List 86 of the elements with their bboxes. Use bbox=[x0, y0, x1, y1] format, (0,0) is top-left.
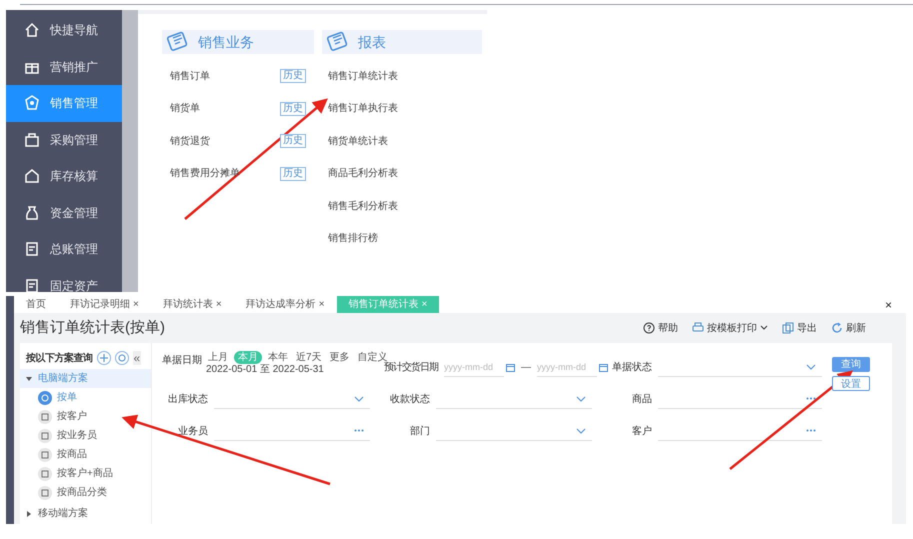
tab[interactable]: 拜访统计表 × bbox=[150, 296, 234, 313]
date-preset[interactable]: 近7天 bbox=[294, 351, 324, 364]
panel-title: 按以下方案查询 bbox=[26, 351, 92, 366]
house-icon bbox=[24, 168, 40, 184]
settings-icon[interactable] bbox=[114, 351, 128, 365]
menu-item[interactable]: 资金管理 bbox=[6, 194, 122, 231]
scheme-item[interactable]: 按客户 bbox=[20, 407, 151, 426]
refresh-icon bbox=[831, 322, 843, 334]
page-title: 销售订单统计表(按单) bbox=[20, 318, 165, 338]
menu-link[interactable]: 销售订单执行表 bbox=[328, 101, 398, 116]
calendar-icon bbox=[506, 362, 515, 372]
menu-item[interactable]: 总账管理 bbox=[6, 231, 122, 268]
more-icon bbox=[806, 397, 816, 400]
field-label: 预计交货日期 bbox=[384, 362, 438, 374]
toolbar-button[interactable]: 帮助 bbox=[643, 320, 678, 336]
print-icon bbox=[692, 322, 704, 334]
collapse-button[interactable]: « bbox=[132, 351, 142, 365]
more-icon bbox=[354, 429, 364, 432]
close-icon[interactable]: × bbox=[216, 297, 222, 312]
menu-item[interactable]: 采购管理 bbox=[6, 122, 122, 158]
menu-link[interactable]: 销售订单统计表 bbox=[328, 68, 398, 84]
menu-item[interactable]: 营销推广 bbox=[6, 48, 122, 85]
shield-icon bbox=[24, 95, 40, 112]
tab[interactable]: 拜访达成率分析 × bbox=[234, 296, 337, 313]
menu-link[interactable]: 销售排行榜 bbox=[328, 231, 378, 246]
menu-link[interactable]: 销货单 bbox=[170, 101, 200, 116]
more-icon bbox=[806, 429, 816, 432]
field-label: 单据状态 bbox=[611, 360, 652, 374]
caret-icon bbox=[760, 325, 768, 331]
date-preset[interactable]: 上月 bbox=[206, 351, 230, 364]
date-range: 2022-05-01 至 2022-05-31 bbox=[206, 364, 325, 375]
calendar-icon bbox=[599, 362, 608, 372]
chevron-down-icon bbox=[576, 396, 586, 402]
menu-link[interactable]: 销货单统计表 bbox=[328, 134, 388, 149]
menu-item[interactable]: 库存核算 bbox=[6, 158, 122, 194]
chevron-down-icon bbox=[806, 364, 816, 370]
field-label: 收款状态 bbox=[389, 392, 430, 406]
help-icon bbox=[643, 322, 655, 334]
add-icon[interactable] bbox=[96, 351, 110, 365]
field-label: 业务员 bbox=[177, 424, 208, 438]
date-preset[interactable]: 更多 bbox=[328, 351, 352, 364]
section-title: 报表 bbox=[358, 32, 386, 52]
date-preset[interactable]: 本年 bbox=[266, 351, 290, 364]
section-title: 销售业务 bbox=[198, 32, 254, 52]
field-label: 商品 bbox=[631, 392, 652, 406]
field-label: 出库状态 bbox=[167, 392, 208, 406]
ledger-icon bbox=[24, 278, 40, 292]
tree-node[interactable]: 移动端方案 bbox=[20, 504, 151, 523]
chevron-down-icon bbox=[354, 396, 364, 402]
tree-label: 电脑端方案 bbox=[38, 372, 88, 386]
ledger-icon bbox=[24, 241, 40, 258]
date-field[interactable]: yyyy-mm-dd bbox=[537, 357, 597, 377]
menu-link[interactable]: 销售订单 bbox=[170, 68, 210, 84]
range-separator: — bbox=[521, 360, 531, 374]
chevron-down-icon bbox=[576, 428, 586, 434]
toolbar-button[interactable]: 刷新 bbox=[831, 320, 866, 336]
tab[interactable]: 首页 bbox=[14, 296, 58, 313]
field-label: 单据日期 bbox=[162, 354, 202, 368]
date-field[interactable]: yyyy-mm-dd bbox=[444, 357, 504, 377]
copy-icon bbox=[782, 322, 794, 334]
bag-icon bbox=[24, 132, 40, 148]
caret-icon bbox=[26, 376, 32, 382]
pouch-icon bbox=[24, 204, 40, 221]
scheme-item[interactable]: 按商品 bbox=[20, 445, 151, 464]
menu-item[interactable]: 快捷导航 bbox=[6, 12, 122, 48]
close-icon[interactable]: × bbox=[884, 296, 892, 314]
clock-icon bbox=[38, 390, 52, 404]
menu-item[interactable]: 固定资产 bbox=[6, 268, 122, 292]
close-icon[interactable]: × bbox=[318, 297, 325, 312]
document-list-icon bbox=[166, 31, 190, 53]
menu-link[interactable]: 销货退货 bbox=[170, 134, 210, 149]
tree-label: 移动端方案 bbox=[38, 506, 88, 521]
caret-icon bbox=[26, 510, 32, 516]
scheme-item[interactable]: 按客户+商品 bbox=[20, 464, 151, 483]
report-icon bbox=[326, 31, 350, 53]
menu-link[interactable]: 商品毛利分析表 bbox=[328, 166, 398, 182]
tab[interactable]: 拜访记录明细 × bbox=[58, 296, 151, 313]
field-label: 部门 bbox=[409, 424, 430, 438]
scheme-item[interactable]: 按业务员 bbox=[20, 426, 151, 445]
toolbar-button[interactable]: 导出 bbox=[782, 320, 817, 336]
toolbar-button[interactable]: 按模板打印 bbox=[692, 320, 768, 336]
menu-link[interactable]: 销售毛利分析表 bbox=[328, 198, 398, 214]
home-icon bbox=[24, 22, 40, 38]
close-icon[interactable]: × bbox=[133, 297, 139, 312]
scheme-item[interactable]: 按商品分类 bbox=[20, 483, 151, 502]
field-label: 客户 bbox=[631, 424, 652, 438]
